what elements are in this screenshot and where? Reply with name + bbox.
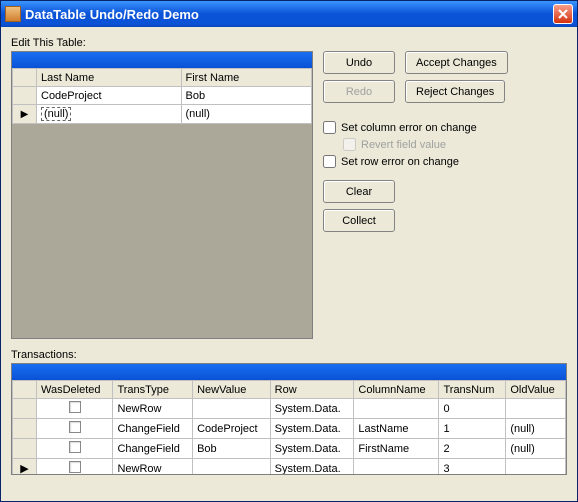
revert-field-checkbox bbox=[343, 138, 356, 151]
cell-wasdeleted[interactable] bbox=[37, 439, 113, 459]
corner-header bbox=[13, 381, 37, 399]
grid-caption-bar bbox=[12, 364, 566, 380]
cell-oldvalue[interactable] bbox=[506, 459, 566, 476]
col-header-wasdeleted[interactable]: WasDeleted bbox=[37, 381, 113, 399]
check-row-error[interactable]: Set row error on change bbox=[323, 155, 508, 168]
table-row[interactable]: ChangeFieldCodeProjectSystem.Data.LastNa… bbox=[13, 419, 566, 439]
row-indicator bbox=[13, 87, 37, 105]
cell-columnname[interactable]: LastName bbox=[354, 419, 439, 439]
grid-caption-bar bbox=[12, 52, 312, 68]
accept-changes-button[interactable]: Accept Changes bbox=[405, 51, 508, 74]
column-error-label: Set column error on change bbox=[341, 122, 477, 134]
cell-transtype[interactable]: ChangeField bbox=[113, 419, 193, 439]
button-panel: Undo Accept Changes Redo Reject Changes … bbox=[323, 51, 508, 339]
cell-oldvalue[interactable] bbox=[506, 399, 566, 419]
cell-transtype[interactable]: NewRow bbox=[113, 399, 193, 419]
cell-newvalue[interactable] bbox=[193, 399, 271, 419]
cell-oldvalue[interactable]: (null) bbox=[506, 419, 566, 439]
clear-button[interactable]: Clear bbox=[323, 180, 395, 203]
cell-row[interactable]: System.Data. bbox=[270, 459, 354, 476]
col-header-row[interactable]: Row bbox=[270, 381, 354, 399]
close-button[interactable] bbox=[553, 4, 573, 24]
cell-newvalue[interactable] bbox=[193, 459, 271, 476]
cell-row[interactable]: System.Data. bbox=[270, 439, 354, 459]
col-header-lastname[interactable]: Last Name bbox=[37, 69, 182, 87]
cell-columnname[interactable] bbox=[354, 399, 439, 419]
cell-newvalue[interactable]: CodeProject bbox=[193, 419, 271, 439]
row-error-checkbox[interactable] bbox=[323, 155, 336, 168]
cell-transnum[interactable]: 3 bbox=[439, 459, 506, 476]
table-row[interactable]: ▶ NewRow System.Data. 3 bbox=[13, 459, 566, 476]
table-row[interactable]: ▶(null)(null) bbox=[13, 105, 312, 124]
checkbox-icon bbox=[69, 421, 81, 433]
table-row[interactable]: CodeProjectBob bbox=[13, 87, 312, 105]
transactions-grid[interactable]: WasDeleted TransType NewValue Row Column… bbox=[11, 363, 567, 475]
row-indicator bbox=[13, 419, 37, 439]
edit-table-label: Edit This Table: bbox=[11, 37, 567, 49]
cell-oldvalue[interactable]: (null) bbox=[506, 439, 566, 459]
cell-columnname[interactable]: FirstName bbox=[354, 439, 439, 459]
transactions-label: Transactions: bbox=[11, 349, 567, 361]
cell-firstname[interactable]: Bob bbox=[181, 87, 311, 105]
reject-changes-button[interactable]: Reject Changes bbox=[405, 80, 505, 103]
col-header-newvalue[interactable]: NewValue bbox=[193, 381, 271, 399]
check-column-error[interactable]: Set column error on change bbox=[323, 121, 508, 134]
cell-wasdeleted[interactable] bbox=[37, 459, 113, 476]
titlebar: DataTable Undo/Redo Demo bbox=[1, 1, 577, 27]
cell-row[interactable]: System.Data. bbox=[270, 419, 354, 439]
col-header-transtype[interactable]: TransType bbox=[113, 381, 193, 399]
col-header-columnname[interactable]: ColumnName bbox=[354, 381, 439, 399]
app-icon bbox=[5, 6, 21, 22]
corner-header bbox=[13, 69, 37, 87]
cell-lastname[interactable]: (null) bbox=[37, 105, 182, 124]
client-area: Edit This Table: Last Name First Name Co… bbox=[1, 27, 577, 481]
cell-transnum[interactable]: 0 bbox=[439, 399, 506, 419]
cell-row[interactable]: System.Data. bbox=[270, 399, 354, 419]
collect-button[interactable]: Collect bbox=[323, 209, 395, 232]
row-error-label: Set row error on change bbox=[341, 156, 459, 168]
column-error-checkbox[interactable] bbox=[323, 121, 336, 134]
cell-transtype[interactable]: ChangeField bbox=[113, 439, 193, 459]
checkbox-icon bbox=[69, 401, 81, 413]
close-icon bbox=[558, 9, 568, 19]
row-indicator: ▶ bbox=[13, 105, 37, 124]
row-indicator bbox=[13, 439, 37, 459]
edit-grid[interactable]: Last Name First Name CodeProjectBob▶(nul… bbox=[11, 51, 313, 339]
checkbox-icon bbox=[69, 461, 81, 473]
col-header-firstname[interactable]: First Name bbox=[181, 69, 311, 87]
cell-newvalue[interactable]: Bob bbox=[193, 439, 271, 459]
cell-transnum[interactable]: 2 bbox=[439, 439, 506, 459]
row-indicator: ▶ bbox=[13, 459, 37, 476]
row-indicator bbox=[13, 399, 37, 419]
cell-wasdeleted[interactable] bbox=[37, 419, 113, 439]
window-title: DataTable Undo/Redo Demo bbox=[25, 7, 553, 22]
cell-lastname[interactable]: CodeProject bbox=[37, 87, 182, 105]
cell-firstname[interactable]: (null) bbox=[181, 105, 311, 124]
checkbox-icon bbox=[69, 441, 81, 453]
cell-wasdeleted[interactable] bbox=[37, 399, 113, 419]
cell-transnum[interactable]: 1 bbox=[439, 419, 506, 439]
revert-field-label: Revert field value bbox=[361, 139, 446, 151]
col-header-oldvalue[interactable]: OldValue bbox=[506, 381, 566, 399]
table-row[interactable]: ChangeFieldBobSystem.Data.FirstName2(nul… bbox=[13, 439, 566, 459]
col-header-transnum[interactable]: TransNum bbox=[439, 381, 506, 399]
table-row[interactable]: NewRow System.Data. 0 bbox=[13, 399, 566, 419]
cell-transtype[interactable]: NewRow bbox=[113, 459, 193, 476]
check-revert-field: Revert field value bbox=[343, 138, 508, 151]
undo-button[interactable]: Undo bbox=[323, 51, 395, 74]
redo-button[interactable]: Redo bbox=[323, 80, 395, 103]
cell-columnname[interactable] bbox=[354, 459, 439, 476]
